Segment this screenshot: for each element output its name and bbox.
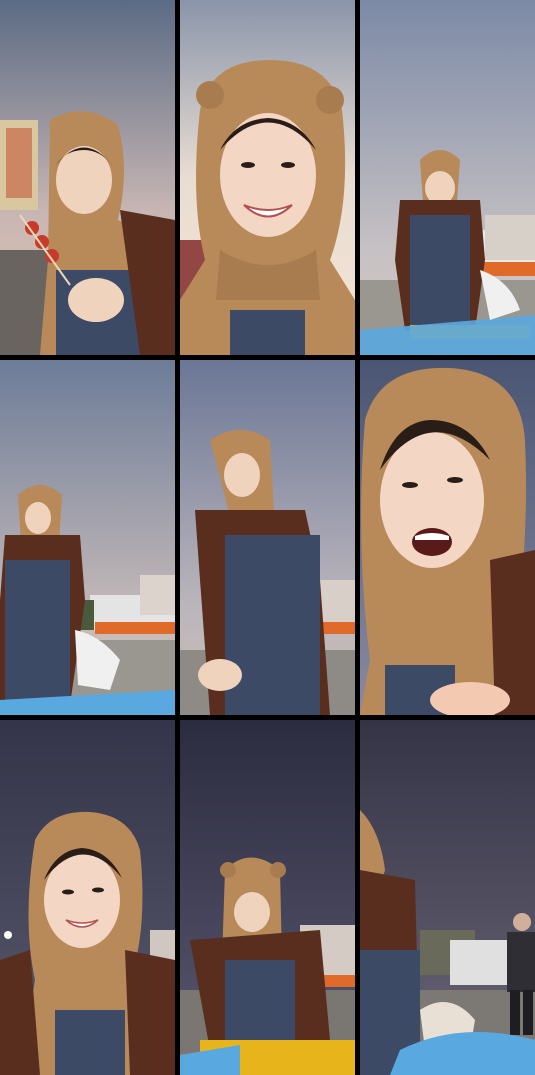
frame-1-image <box>0 0 175 355</box>
photo-collage <box>0 0 535 1075</box>
frame-6-image <box>360 360 535 715</box>
frame-3-image <box>360 0 535 355</box>
collage-frame-9 <box>360 720 535 1075</box>
collage-frame-5 <box>180 360 355 715</box>
frame-5-image <box>180 360 355 715</box>
collage-frame-4 <box>0 360 175 715</box>
frame-7-image <box>0 720 175 1075</box>
collage-frame-2 <box>180 0 355 355</box>
collage-frame-3 <box>360 0 535 355</box>
frame-4-image <box>0 360 175 715</box>
collage-frame-6 <box>360 360 535 715</box>
frame-9-image <box>360 720 535 1075</box>
collage-frame-7 <box>0 720 175 1075</box>
collage-frame-8 <box>180 720 355 1075</box>
frame-8-image <box>180 720 355 1075</box>
collage-frame-1 <box>0 0 175 355</box>
frame-2-image <box>180 0 355 355</box>
